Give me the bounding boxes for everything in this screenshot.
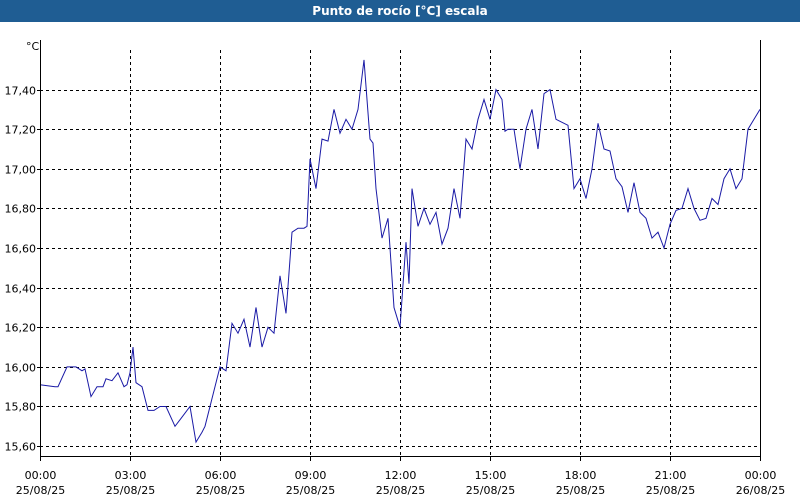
y-tick-label: 17,20 xyxy=(5,124,37,137)
y-tick-label: 16,20 xyxy=(5,322,37,335)
y-tick-label: 17,40 xyxy=(5,85,37,98)
y-axis-unit-label: °C xyxy=(26,40,40,53)
x-tick-time-label: 21:00 xyxy=(655,469,687,482)
chart-window: 15,60 15,80 16,00 16,20 16,40 16,60 16,80 17,00… xyxy=(0,0,800,500)
x-tick-time-label: 00:00 xyxy=(745,469,777,482)
y-tick-label: 17,00 xyxy=(5,164,37,177)
x-tick-time-label: 18:00 xyxy=(565,469,597,482)
y-tick-label: 16,60 xyxy=(5,243,37,256)
y-tick-label: 16,40 xyxy=(5,283,37,296)
x-tick-date-label: 26/08/25 xyxy=(736,484,785,497)
x-tick-date-label: 25/08/25 xyxy=(106,484,155,497)
x-tick-date-label: 25/08/25 xyxy=(376,484,425,497)
x-tick-time-label: 03:00 xyxy=(115,469,147,482)
x-tick-date-label: 25/08/25 xyxy=(556,484,605,497)
x-tick-time-label: 06:00 xyxy=(205,469,237,482)
x-tick-date-label: 25/08/25 xyxy=(196,484,245,497)
x-tick-date-label: 25/08/25 xyxy=(466,484,515,497)
y-tick-label: 16,80 xyxy=(5,203,37,216)
dew-point-chart: 15,60 15,80 16,00 16,20 16,40 16,60 16,80 17,00… xyxy=(5,40,785,497)
x-tick-time-label: 12:00 xyxy=(385,469,417,482)
axis-layer: 15,60 15,80 16,00 16,20 16,40 16,60 16,80 17,00… xyxy=(5,40,785,497)
x-tick-time-label: 09:00 xyxy=(295,469,327,482)
grid-layer xyxy=(40,50,760,456)
x-tick-date-label: 25/08/25 xyxy=(286,484,335,497)
chart-title: Punto de rocío [°C] escala xyxy=(0,0,800,22)
y-tick-label: 15,60 xyxy=(5,441,37,454)
x-tick-date-label: 25/08/25 xyxy=(16,484,65,497)
x-tick-time-label: 15:00 xyxy=(475,469,507,482)
y-tick-label: 16,00 xyxy=(5,362,37,375)
x-tick-date-label: 25/08/25 xyxy=(646,484,695,497)
x-tick-time-label: 00:00 xyxy=(25,469,57,482)
y-tick-label: 15,80 xyxy=(5,401,37,414)
